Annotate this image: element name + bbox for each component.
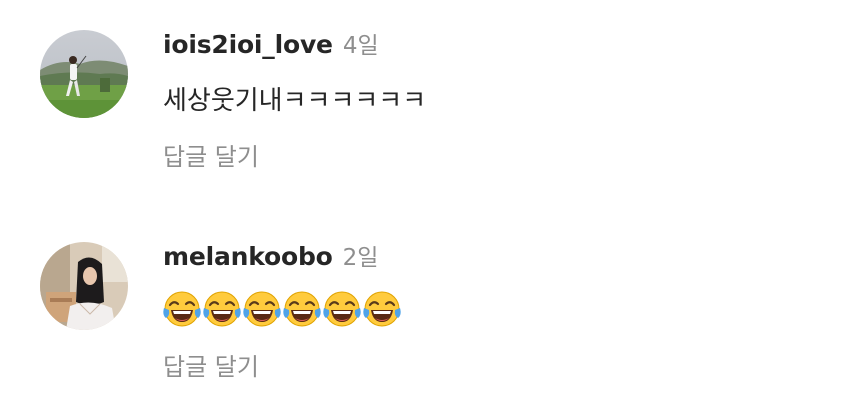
comment-item: iois2ioi_love 4일 세상웃기내ㅋㅋㅋㅋㅋㅋ 답글 달기 <box>0 0 850 190</box>
comment-text: 세상웃기내ㅋㅋㅋㅋㅋㅋ <box>163 86 427 116</box>
avatar[interactable] <box>40 242 128 330</box>
tears-of-joy-emoji-icon <box>161 288 203 330</box>
timestamp: 2일 <box>342 245 379 271</box>
comment-header: melankoobo 2일 <box>163 238 378 272</box>
avatar-golf-photo-icon <box>40 30 128 118</box>
emoji-comment-text <box>161 288 401 332</box>
avatar[interactable] <box>40 30 128 118</box>
tears-of-joy-emoji-icon <box>281 288 323 330</box>
username[interactable]: melankoobo <box>163 242 333 271</box>
comment-header: iois2ioi_love 4일 <box>163 26 379 60</box>
reply-button[interactable]: 답글 달기 <box>163 137 259 172</box>
tears-of-joy-emoji-icon <box>201 288 243 330</box>
avatar-indoor-photo-icon <box>40 242 128 330</box>
comment-item: melankoobo 2일 답글 달기 <box>0 210 850 400</box>
reply-button[interactable]: 답글 달기 <box>163 347 259 382</box>
tears-of-joy-emoji-icon <box>361 288 403 330</box>
timestamp: 4일 <box>342 33 379 59</box>
tears-of-joy-emoji-icon <box>241 288 283 330</box>
tears-of-joy-emoji-icon <box>321 288 363 330</box>
comment-thread: iois2ioi_love 4일 세상웃기내ㅋㅋㅋㅋㅋㅋ 답글 달기 melank… <box>0 0 850 410</box>
username[interactable]: iois2ioi_love <box>163 30 333 59</box>
